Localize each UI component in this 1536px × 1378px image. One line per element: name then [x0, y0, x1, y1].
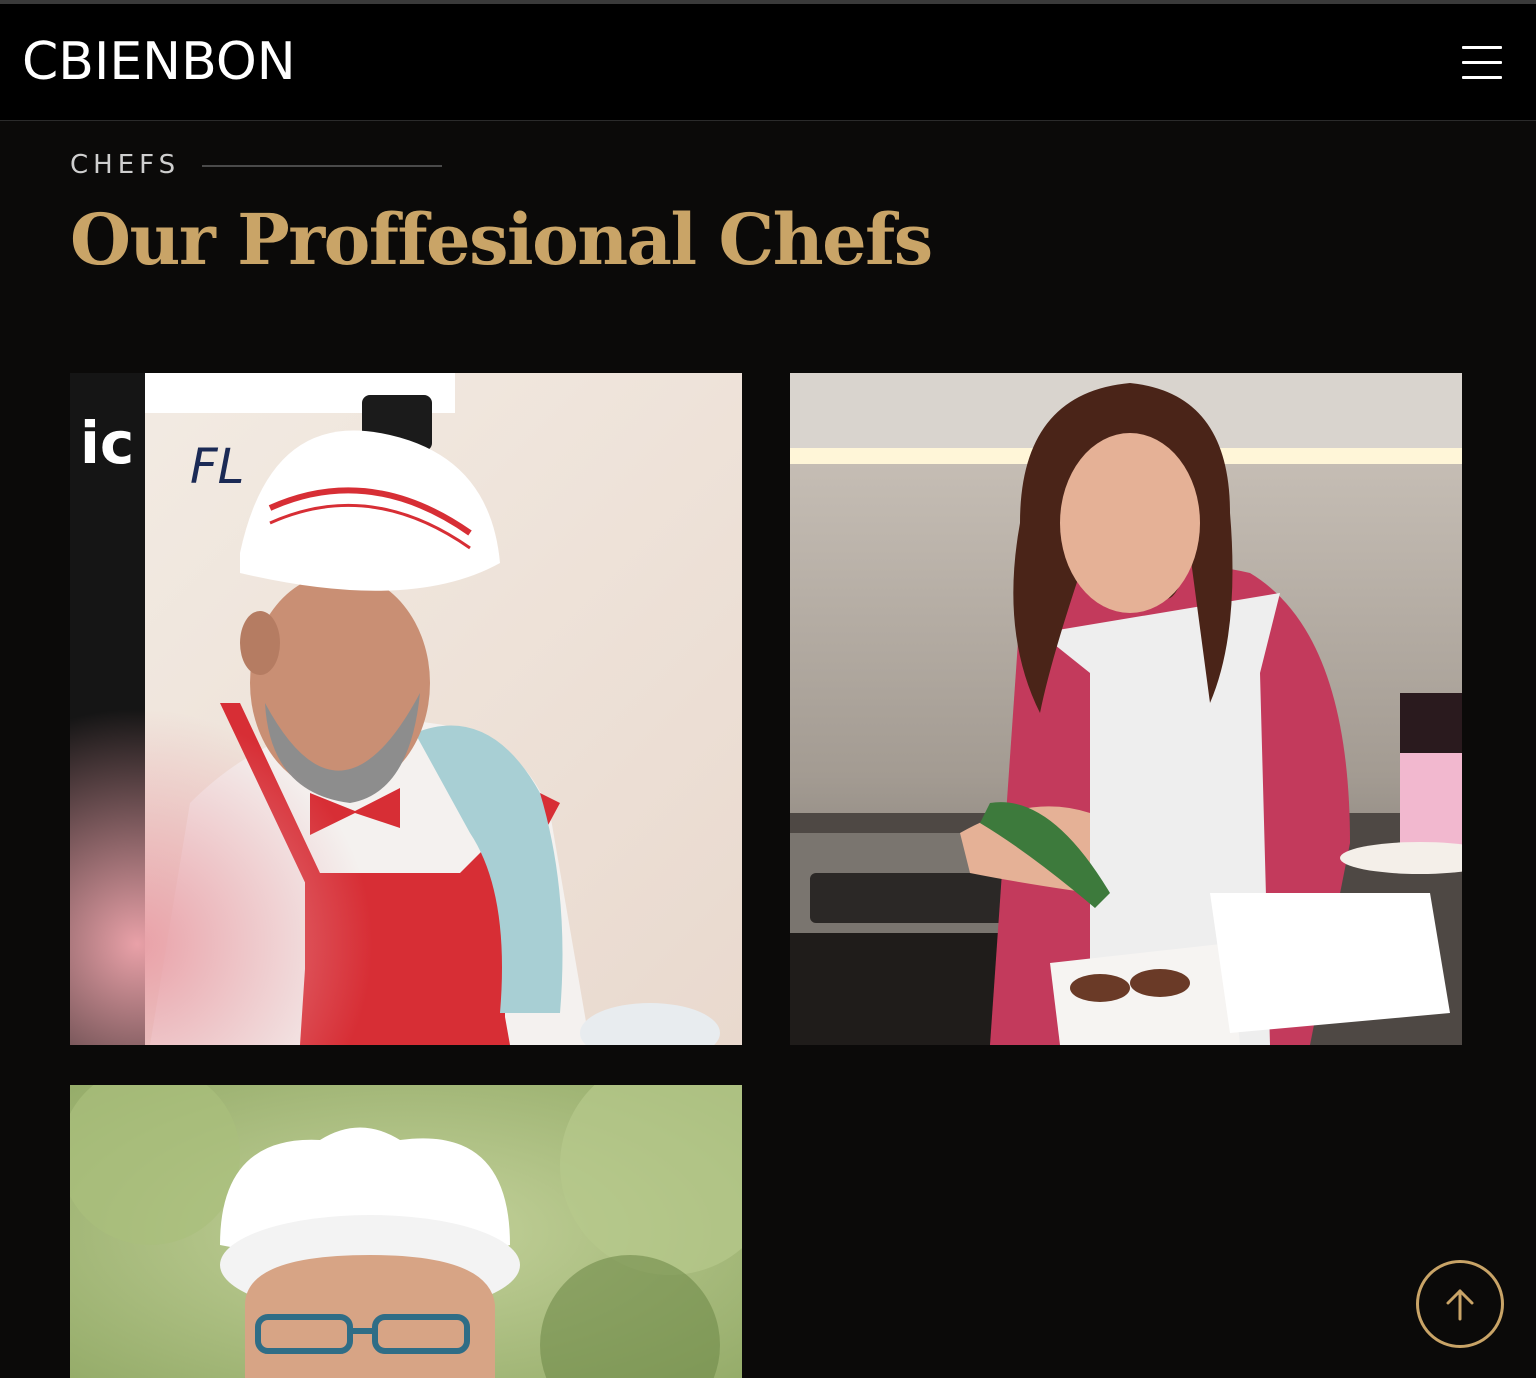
chef-photo-1: ic FL	[70, 373, 742, 1045]
site-logo[interactable]: CBIENBON	[22, 32, 296, 92]
hamburger-menu-icon[interactable]	[1458, 42, 1506, 82]
site-header: CBIENBON	[0, 4, 1536, 121]
chef-card-1[interactable]: ic FL	[70, 373, 742, 1045]
chef-card-3[interactable]	[70, 1085, 742, 1378]
arrow-up-icon	[1446, 1289, 1474, 1321]
menu-line	[1462, 46, 1502, 49]
menu-line	[1462, 76, 1502, 79]
eyebrow-label: CHEFS	[70, 150, 181, 180]
chef-card-2[interactable]	[790, 373, 1462, 1045]
menu-line	[1462, 61, 1502, 64]
section-title: Our Proffesional Chefs	[70, 198, 933, 281]
scroll-to-top-button[interactable]	[1416, 1260, 1504, 1348]
eyebrow-divider	[202, 165, 443, 167]
chef-photo-2	[790, 373, 1462, 1045]
chef-photo-3	[70, 1085, 742, 1378]
section-eyebrow: CHEFS	[70, 150, 443, 180]
